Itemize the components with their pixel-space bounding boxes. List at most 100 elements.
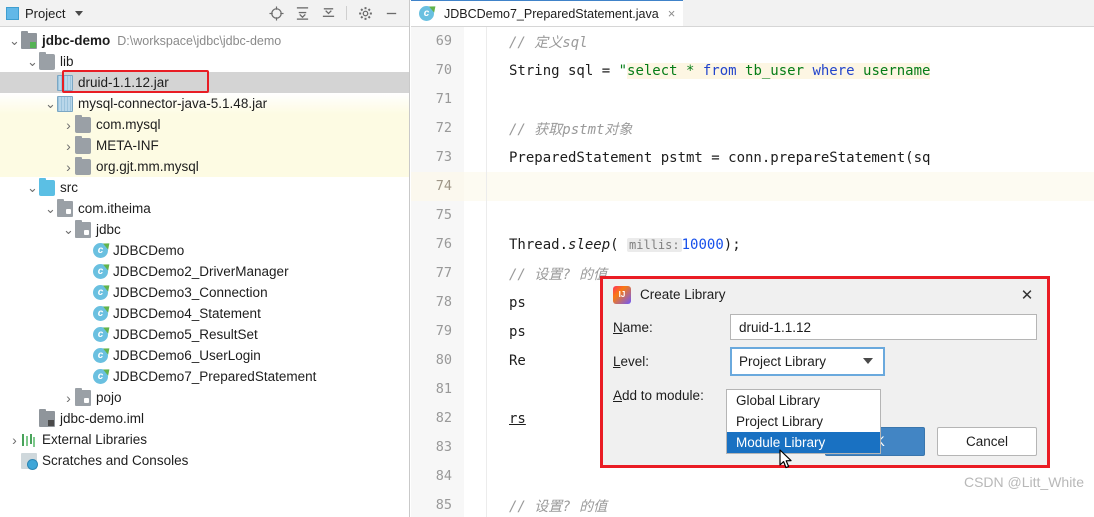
line-number: 77 [411, 259, 464, 288]
fold-gutter[interactable] [464, 317, 487, 346]
watermark-text: CSDN @Litt_White [964, 474, 1084, 490]
tree-item-jdbcdemo[interactable]: cJDBCDemo [0, 240, 409, 261]
locate-icon[interactable] [264, 2, 288, 24]
line-number: 71 [411, 85, 464, 114]
dropdown-option-global-library[interactable]: Global Library [727, 390, 880, 411]
folder-icon [75, 138, 91, 154]
level-combobox[interactable]: Project Library [730, 347, 885, 376]
chevron-right-icon[interactable]: › [62, 390, 75, 406]
tree-item-com-itheima[interactable]: ⌄ com.itheima [0, 198, 409, 219]
fold-gutter[interactable] [464, 114, 487, 143]
chevron-down-icon[interactable]: ⌄ [26, 58, 39, 66]
name-input[interactable]: druid-1.1.12 [730, 314, 1037, 340]
fold-gutter[interactable] [464, 85, 487, 114]
tree-item-label: Scratches and Consoles [42, 453, 188, 468]
tree-item-com-mysql[interactable]: ›com.mysql [0, 114, 409, 135]
chevron-right-icon[interactable]: › [62, 138, 75, 154]
tab-jdbcdemo7-preparedstatement[interactable]: c JDBCDemo7_PreparedStatement.java × [411, 0, 683, 26]
fold-gutter[interactable] [464, 259, 487, 288]
line-number: 84 [411, 462, 464, 491]
package-icon [57, 201, 73, 217]
chevron-down-icon[interactable] [863, 358, 873, 364]
line-content: // 设置? 的值 [487, 496, 1094, 516]
code-line: 69 // 定义sql [411, 27, 1094, 56]
chevron-down-icon[interactable]: ⌄ [8, 37, 21, 45]
line-content: Thread.sleep( millis:10000); [487, 237, 1094, 253]
fold-gutter[interactable] [464, 404, 487, 433]
tree-item-jdbcdemo3-connection[interactable]: cJDBCDemo3_Connection [0, 282, 409, 303]
tree-item-src[interactable]: ⌄src [0, 177, 409, 198]
fold-gutter[interactable] [464, 491, 487, 517]
fold-gutter[interactable] [464, 288, 487, 317]
tree-item-external-libraries[interactable]: ›External Libraries [0, 429, 409, 450]
tree-item-lib[interactable]: ⌄lib [0, 51, 409, 72]
chevron-right-icon[interactable]: › [62, 117, 75, 133]
scratches-icon [21, 453, 37, 469]
toolbar-divider [346, 6, 347, 20]
collapse-all-icon[interactable] [316, 2, 340, 24]
fold-gutter[interactable] [464, 201, 487, 230]
chevron-right-icon[interactable]: › [8, 432, 21, 448]
fold-gutter[interactable] [464, 172, 487, 201]
fold-gutter[interactable] [464, 375, 487, 404]
java-class-icon: c [93, 327, 108, 342]
add-to-module-label: Add to module: [613, 388, 730, 403]
fold-gutter[interactable] [464, 230, 487, 259]
cancel-button[interactable]: Cancel [937, 427, 1037, 456]
fold-gutter[interactable] [464, 27, 487, 56]
code-statement: rs [509, 411, 526, 427]
external-libraries-icon [21, 432, 37, 448]
tree-item-jdbcdemo7-preparedstatement[interactable]: cJDBCDemo7_PreparedStatement [0, 366, 409, 387]
line-number: 74 [411, 172, 464, 201]
close-icon[interactable]: × [668, 6, 676, 21]
fold-gutter[interactable] [464, 462, 487, 491]
dialog-title: Create Library [640, 287, 726, 302]
java-class-icon: c [93, 243, 108, 258]
chevron-down-icon[interactable]: ⌄ [44, 100, 57, 108]
tree-item-meta-inf[interactable]: › META-INF [0, 135, 409, 156]
dropdown-option-module-library[interactable]: Module Library [727, 432, 880, 453]
chevron-right-icon[interactable]: › [62, 159, 75, 175]
expand-all-icon[interactable] [290, 2, 314, 24]
level-dropdown-list[interactable]: Global Library Project Library Module Li… [726, 389, 881, 454]
chevron-down-icon[interactable]: ⌄ [62, 226, 75, 234]
chevron-down-icon[interactable] [75, 11, 83, 16]
tree-item-jdbc-demo[interactable]: ⌄jdbc-demoD:\workspace\jdbc\jdbc-demo [0, 30, 409, 51]
tree-item-jdbcdemo2-drivermanager[interactable]: cJDBCDemo2_DriverManager [0, 261, 409, 282]
fold-gutter[interactable] [464, 143, 487, 172]
folder-icon [75, 159, 91, 175]
string-quote: " [619, 63, 627, 79]
fold-gutter[interactable] [464, 433, 487, 462]
tree-item-org-gjt-mm-mysql[interactable]: ›org.gjt.mm.mysql [0, 156, 409, 177]
fold-gutter[interactable] [464, 56, 487, 85]
tree-item-jdbc-demo-iml[interactable]: jdbc-demo.iml [0, 408, 409, 429]
tree-item-scratches-and-consoles[interactable]: Scratches and Consoles [0, 450, 409, 471]
code-close: ); [724, 237, 741, 253]
line-number: 79 [411, 317, 464, 346]
chevron-down-icon[interactable]: ⌄ [26, 184, 39, 192]
minimize-icon[interactable] [379, 2, 403, 24]
chevron-down-icon[interactable]: ⌄ [44, 205, 57, 213]
line-number: 80 [411, 346, 464, 375]
dropdown-option-project-library[interactable]: Project Library [727, 411, 880, 432]
source-folder-icon [39, 180, 55, 196]
close-icon[interactable]: ✕ [1017, 286, 1037, 304]
tree-item-druid-1-1-12-jar[interactable]: druid-1.1.12.jar [0, 72, 409, 93]
tree-item-jdbcdemo5-resultset[interactable]: cJDBCDemo5_ResultSet [0, 324, 409, 345]
tree-item-label: com.itheima [78, 201, 151, 216]
tree-item-jdbc[interactable]: ⌄jdbc [0, 219, 409, 240]
tree-item-label: META-INF [96, 138, 159, 153]
mouse-cursor-icon [779, 449, 794, 473]
tree-item-pojo[interactable]: ›pojo [0, 387, 409, 408]
project-title-dropdown[interactable]: Project [6, 6, 83, 21]
sql-text-b: tb_user [737, 63, 813, 79]
tree-item-jdbcdemo4-statement[interactable]: cJDBCDemo4_Statement [0, 303, 409, 324]
code-open: ( [610, 237, 627, 253]
project-tool-window: Project ⌄jdbc-demoD:\workspace\jdbc\jdbc… [0, 0, 410, 517]
tree-item-path: D:\workspace\jdbc\jdbc-demo [117, 34, 281, 48]
gear-icon[interactable] [353, 2, 377, 24]
tree-item-jdbcdemo6-userlogin[interactable]: cJDBCDemo6_UserLogin [0, 345, 409, 366]
project-tree[interactable]: ⌄jdbc-demoD:\workspace\jdbc\jdbc-demo⌄li… [0, 27, 409, 471]
tree-item-mysql-connector-java-5-1-48-jar[interactable]: ⌄mysql-connector-java-5.1.48.jar [0, 93, 409, 114]
fold-gutter[interactable] [464, 346, 487, 375]
